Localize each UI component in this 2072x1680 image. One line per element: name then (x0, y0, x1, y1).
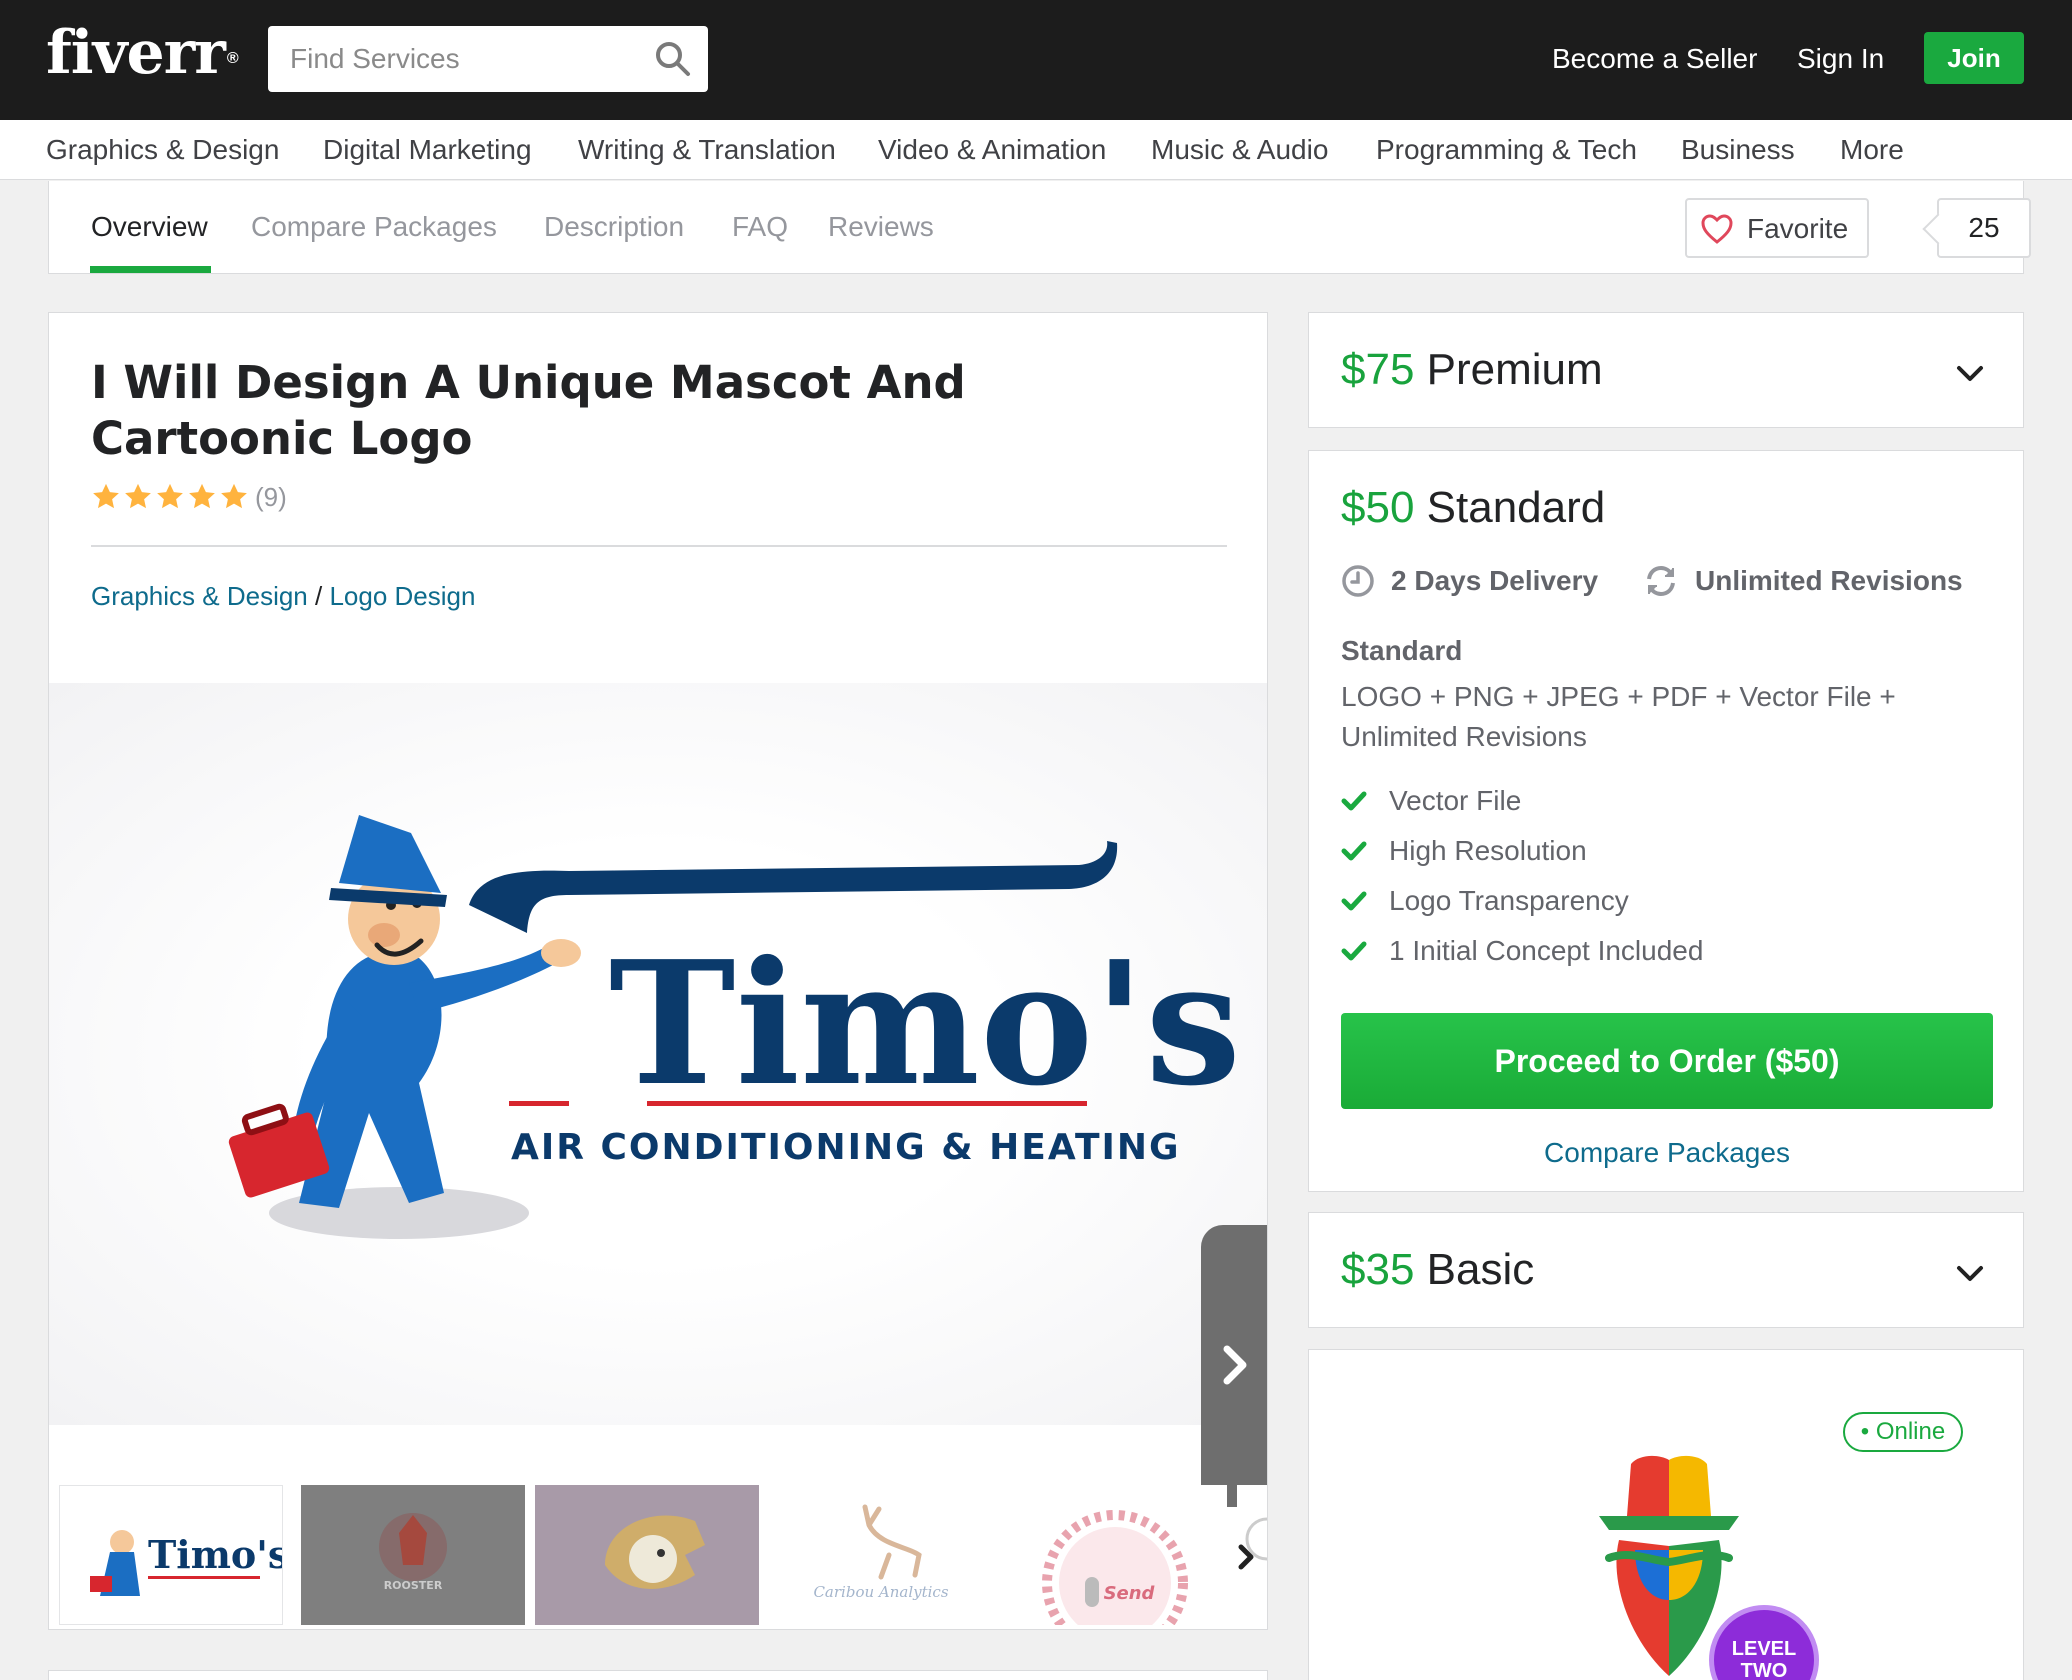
category-music-audio[interactable]: Music & Audio (1151, 132, 1328, 168)
favorite-count: 25 (1937, 198, 2031, 258)
revisions-count: Unlimited Revisions (1643, 561, 1963, 601)
breadcrumb: Graphics & Design / Logo Design (91, 579, 475, 613)
send-thumb-image: Send (1042, 1510, 1188, 1625)
join-button[interactable]: Join (1924, 32, 2024, 84)
thumbnail[interactable]: Send (1003, 1485, 1227, 1625)
gig-hero-image: Timo's AIR CONDITIONING & HEATING (49, 683, 1267, 1507)
star-icon (157, 483, 183, 509)
timos-thumb-image: Timo's (90, 1530, 283, 1596)
gig-tab-bar: Overview Compare Packages Description FA… (48, 181, 2031, 274)
star-icon (93, 483, 119, 509)
feature-item: 1 Initial Concept Included (1341, 931, 1703, 971)
breadcrumb-separator: / (315, 581, 323, 611)
rating-count: (9) (255, 481, 287, 512)
chevron-down-icon[interactable] (1955, 1263, 1985, 1285)
chevron-right-icon (1238, 1544, 1254, 1570)
star-rating: (9) (91, 481, 287, 513)
thumbnail-next-button[interactable] (1229, 1527, 1265, 1587)
chevron-down-icon[interactable] (1955, 363, 1985, 385)
package-standard: $50 Standard 2 Days Delivery Unlimited R… (1308, 450, 2024, 1192)
package-standard-name: Standard (1426, 483, 1606, 532)
svg-text:Send: Send (1104, 1583, 1156, 1604)
svg-text:ROOSTER: ROOSTER (384, 1579, 443, 1592)
breadcrumb-graphics-design[interactable]: Graphics & Design (91, 581, 308, 611)
category-video-animation[interactable]: Video & Animation (878, 132, 1106, 168)
feature-item: High Resolution (1341, 831, 1587, 871)
lion-thumb-image (605, 1515, 705, 1589)
thumbnail[interactable]: ROOSTER (301, 1485, 525, 1625)
tab-description[interactable]: Description (544, 209, 684, 245)
search-box (268, 26, 708, 92)
search-icon[interactable] (654, 40, 692, 78)
mascot-logo-artwork: Timo's AIR CONDITIONING & HEATING (228, 815, 1241, 1239)
hero-next-button[interactable] (1201, 1225, 1267, 1507)
proceed-to-order-button[interactable]: Proceed to Order ($50) (1341, 1013, 1993, 1109)
fiverr-logo[interactable]: fiverr ® (46, 20, 239, 86)
star-icon (189, 483, 215, 509)
tab-faq[interactable]: FAQ (732, 209, 788, 245)
svg-text:Timo's: Timo's (148, 1532, 283, 1577)
hero-tagline: AIR CONDITIONING & HEATING (511, 1127, 1181, 1168)
category-programming-tech[interactable]: Programming & Tech (1376, 132, 1637, 168)
clock-icon (1342, 565, 1374, 597)
feature-item: Vector File (1341, 781, 1521, 821)
rooster-thumb-image: ROOSTER (379, 1513, 447, 1592)
package-standard-price: $50 (1341, 483, 1415, 532)
favorite-button[interactable]: Favorite (1685, 198, 1869, 258)
package-basic-header: $35 Basic (1341, 1243, 1534, 1297)
category-business[interactable]: Business (1681, 132, 1795, 168)
refresh-icon (1647, 565, 1675, 597)
feature-item: Logo Transparency (1341, 881, 1629, 921)
active-tab-indicator (90, 266, 211, 273)
star-icon (125, 483, 151, 509)
category-nav: Graphics & Design Digital Marketing Writ… (0, 120, 2072, 180)
hero-brand-name: Timo's (609, 924, 1241, 1124)
heart-icon (1701, 214, 1733, 244)
check-icon (1341, 791, 1367, 811)
package-description: LOGO + PNG + JPEG + PDF + Vector File + … (1341, 681, 1896, 752)
thumbnail-strip: Timo's ROOSTER Caribou Analytics Send (49, 1475, 1267, 1629)
tab-overview[interactable]: Overview (91, 209, 208, 245)
package-premium-price: $75 (1341, 345, 1415, 394)
gig-main-card: I Will Design A Unique Mascot And Cartoo… (48, 312, 1268, 1630)
online-status-badge: • Online (1843, 1412, 1963, 1452)
delivery-time: 2 Days Delivery (1341, 561, 1598, 601)
title-divider (91, 545, 1227, 547)
caribou-thumb-image: Caribou Analytics (813, 1504, 949, 1601)
package-label: Standard (1341, 635, 1463, 666)
become-seller-link[interactable]: Become a Seller (1552, 40, 1757, 78)
gig-title: I Will Design A Unique Mascot And Cartoo… (91, 356, 966, 465)
category-writing-translation[interactable]: Writing & Translation (578, 132, 836, 168)
svg-text:Caribou Analytics: Caribou Analytics (813, 1583, 948, 1601)
below-fold-card (48, 1670, 1268, 1680)
check-icon (1341, 941, 1367, 961)
thumbnail[interactable]: Caribou Analytics (769, 1485, 993, 1625)
search-input[interactable] (290, 26, 650, 92)
package-premium-name: Premium (1426, 345, 1603, 394)
check-icon (1341, 841, 1367, 861)
package-standard-header: $50 Standard (1341, 481, 1605, 535)
category-graphics-design[interactable]: Graphics & Design (46, 132, 279, 168)
favorite-label: Favorite (1747, 213, 1849, 244)
thumbnail[interactable] (535, 1485, 759, 1625)
thumbnail[interactable]: Timo's (59, 1485, 283, 1625)
sign-in-link[interactable]: Sign In (1797, 40, 1884, 78)
tab-compare-packages[interactable]: Compare Packages (251, 209, 497, 245)
category-digital-marketing[interactable]: Digital Marketing (323, 132, 532, 168)
tab-reviews[interactable]: Reviews (828, 209, 934, 245)
compare-packages-link[interactable]: Compare Packages (1309, 1135, 2025, 1171)
category-more[interactable]: More (1840, 132, 1904, 168)
chevron-right-icon (1223, 1345, 1247, 1385)
package-premium-header: $75 Premium (1341, 343, 1603, 397)
breadcrumb-logo-design[interactable]: Logo Design (329, 581, 475, 611)
seller-card: • Online LEVEL TWO (1308, 1349, 2024, 1680)
package-basic-price: $35 (1341, 1245, 1415, 1294)
package-basic-name: Basic (1426, 1245, 1535, 1294)
top-header: fiverr® Become a Seller Sign In Join (0, 0, 2072, 120)
package-basic[interactable]: $35 Basic (1308, 1212, 2024, 1328)
check-icon (1341, 891, 1367, 911)
package-premium[interactable]: $75 Premium (1308, 312, 2024, 428)
star-icon (221, 483, 247, 509)
